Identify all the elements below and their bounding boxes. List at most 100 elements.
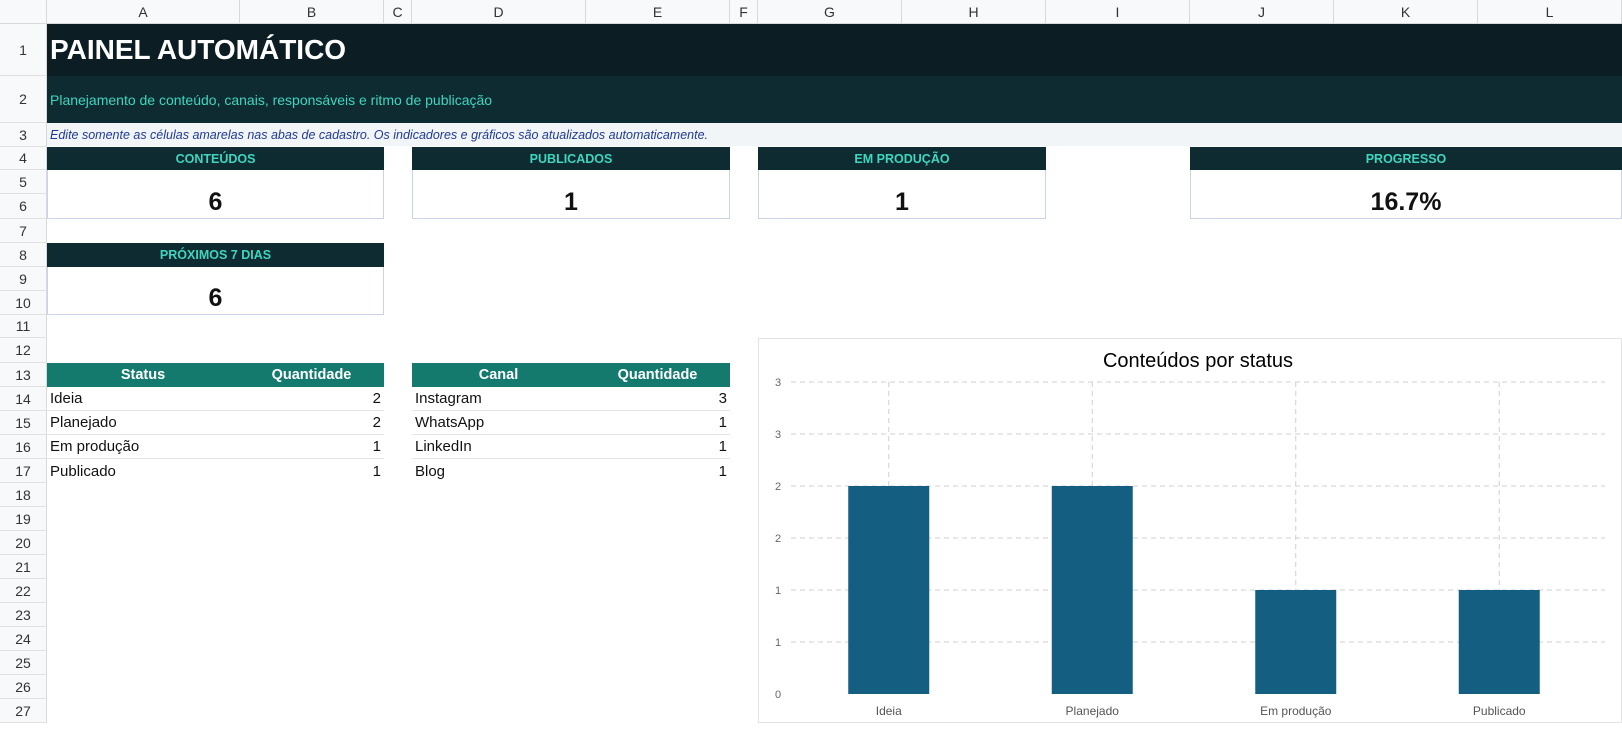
kpi-proximos-label[interactable]: PRÓXIMOS 7 DIAS xyxy=(47,243,384,267)
status-cell-name[interactable]: Em produção xyxy=(50,435,139,458)
kpi-conteudos-value[interactable]: 6 xyxy=(47,170,384,219)
chart-bar-ideia xyxy=(848,486,930,694)
column-header-g[interactable]: G xyxy=(758,0,902,24)
table-row: Planejado 2 xyxy=(47,411,384,435)
column-header-f[interactable]: F xyxy=(730,0,758,24)
channel-cell-name[interactable]: Instagram xyxy=(415,387,482,410)
row-header-5[interactable]: 5 xyxy=(0,170,47,194)
status-cell-name[interactable]: Ideia xyxy=(50,387,83,410)
table-row: LinkedIn 1 xyxy=(412,435,730,459)
channel-cell-count[interactable]: 1 xyxy=(719,435,727,458)
table-row: WhatsApp 1 xyxy=(412,411,730,435)
table-row: Instagram 3 xyxy=(412,387,730,411)
column-header-i[interactable]: I xyxy=(1046,0,1190,24)
channel-cell-count[interactable]: 1 xyxy=(719,411,727,434)
column-header-k[interactable]: K xyxy=(1334,0,1478,24)
kpi-conteudos-label[interactable]: CONTEÚDOS xyxy=(47,147,384,170)
status-chart-svg: Conteúdos por status 0 1 1 2 2 3 3 Ideia Planejad… xyxy=(775,350,1605,718)
y-tick-label: 2 xyxy=(775,533,781,545)
x-category-label: Em produção xyxy=(1260,704,1332,718)
channel-header-canal[interactable]: Canal xyxy=(412,363,585,387)
channel-table-header: Canal Quantidade xyxy=(412,363,730,387)
kpi-proximos-value[interactable]: 6 xyxy=(47,267,384,315)
row-header-10[interactable]: 10 xyxy=(0,291,47,315)
row-header-9[interactable]: 9 xyxy=(0,267,47,291)
channel-cell-count[interactable]: 3 xyxy=(719,387,727,410)
status-chart[interactable]: Conteúdos por status 0 1 1 2 2 3 3 Ideia Planejad… xyxy=(758,338,1622,723)
dashboard-subtitle[interactable]: Planejamento de conteúdo, canais, respon… xyxy=(47,76,1622,123)
y-tick-label: 3 xyxy=(775,429,781,441)
column-header-c[interactable]: C xyxy=(384,0,412,24)
row-header-22[interactable]: 22 xyxy=(0,579,47,603)
channel-cell-count[interactable]: 1 xyxy=(719,459,727,483)
y-tick-label: 1 xyxy=(775,585,781,597)
x-category-label: Publicado xyxy=(1473,704,1526,718)
row-header-12[interactable]: 12 xyxy=(0,338,47,363)
row-header-27[interactable]: 27 xyxy=(0,699,47,723)
channel-header-quantidade[interactable]: Quantidade xyxy=(585,363,730,387)
column-header-a[interactable]: A xyxy=(47,0,240,24)
y-tick-label: 3 xyxy=(775,377,781,389)
kpi-publicados-value[interactable]: 1 xyxy=(412,170,730,219)
status-cell-name[interactable]: Planejado xyxy=(50,411,117,434)
row-header-26[interactable]: 26 xyxy=(0,675,47,699)
y-tick-label: 2 xyxy=(775,481,781,493)
column-header-e[interactable]: E xyxy=(586,0,730,24)
row-header-2[interactable]: 2 xyxy=(0,76,47,123)
kpi-em-producao-value[interactable]: 1 xyxy=(758,170,1046,219)
x-category-label: Ideia xyxy=(876,704,902,718)
table-row: Em produção 1 xyxy=(47,435,384,459)
status-cell-count[interactable]: 2 xyxy=(373,411,381,434)
row-header-15[interactable]: 15 xyxy=(0,411,47,435)
chart-title: Conteúdos por status xyxy=(1103,350,1293,372)
spreadsheet: ABCDEFGHIJKL 1 2 3 4 5 6 7 8 9 10 11 12 13 14 15 16 17 18… xyxy=(0,0,1622,723)
row-header-24[interactable]: 24 xyxy=(0,627,47,651)
chart-bar-planejado xyxy=(1051,486,1133,694)
status-cell-count[interactable]: 1 xyxy=(373,459,381,483)
status-header-quantidade[interactable]: Quantidade xyxy=(239,363,384,387)
row-header-17[interactable]: 17 xyxy=(0,459,47,483)
channel-cell-name[interactable]: LinkedIn xyxy=(415,435,472,458)
row-header-23[interactable]: 23 xyxy=(0,603,47,627)
row-header-20[interactable]: 20 xyxy=(0,531,47,555)
column-header-b[interactable]: B xyxy=(240,0,384,24)
status-cell-count[interactable]: 2 xyxy=(373,387,381,410)
row-header-13[interactable]: 13 xyxy=(0,363,47,387)
row-header-8[interactable]: 8 xyxy=(0,243,47,267)
column-header-h[interactable]: H xyxy=(902,0,1046,24)
y-tick-label: 1 xyxy=(775,637,781,649)
row-header-14[interactable]: 14 xyxy=(0,387,47,411)
status-header-status[interactable]: Status xyxy=(47,363,239,387)
column-header-j[interactable]: J xyxy=(1190,0,1334,24)
x-category-label: Planejado xyxy=(1066,704,1120,718)
row-header-7[interactable]: 7 xyxy=(0,219,47,243)
channel-cell-name[interactable]: WhatsApp xyxy=(415,411,484,434)
row-header-11[interactable]: 11 xyxy=(0,315,47,338)
kpi-progresso-label[interactable]: PROGRESSO xyxy=(1190,147,1622,170)
row-header-6[interactable]: 6 xyxy=(0,194,47,219)
channel-cell-name[interactable]: Blog xyxy=(415,459,445,483)
row-header-3[interactable]: 3 xyxy=(0,123,47,147)
status-table-header: Status Quantidade xyxy=(47,363,384,387)
column-header-l[interactable]: L xyxy=(1478,0,1622,24)
row-header-25[interactable]: 25 xyxy=(0,651,47,675)
kpi-publicados-label[interactable]: PUBLICADOS xyxy=(412,147,730,170)
row-header-1[interactable]: 1 xyxy=(0,24,47,76)
row-header-16[interactable]: 16 xyxy=(0,435,47,459)
table-row: Publicado 1 xyxy=(47,459,384,483)
column-header-d[interactable]: D xyxy=(412,0,586,24)
row-header-19[interactable]: 19 xyxy=(0,507,47,531)
status-cell-count[interactable]: 1 xyxy=(373,435,381,458)
kpi-em-producao-label[interactable]: EM PRODUÇÃO xyxy=(758,147,1046,170)
row-header-18[interactable]: 18 xyxy=(0,483,47,507)
y-tick-label: 0 xyxy=(775,689,781,701)
select-all-corner[interactable] xyxy=(0,0,47,24)
status-cell-name[interactable]: Publicado xyxy=(50,459,116,483)
row-header-21[interactable]: 21 xyxy=(0,555,47,579)
table-row: Ideia 2 xyxy=(47,387,384,411)
instructions-note[interactable]: Edite somente as células amarelas nas ab… xyxy=(47,123,1622,146)
row-header-4[interactable]: 4 xyxy=(0,147,47,170)
kpi-progresso-value[interactable]: 16.7% xyxy=(1190,170,1622,219)
dashboard-title[interactable]: PAINEL AUTOMÁTICO xyxy=(47,24,1622,76)
table-row: Blog 1 xyxy=(412,459,730,483)
